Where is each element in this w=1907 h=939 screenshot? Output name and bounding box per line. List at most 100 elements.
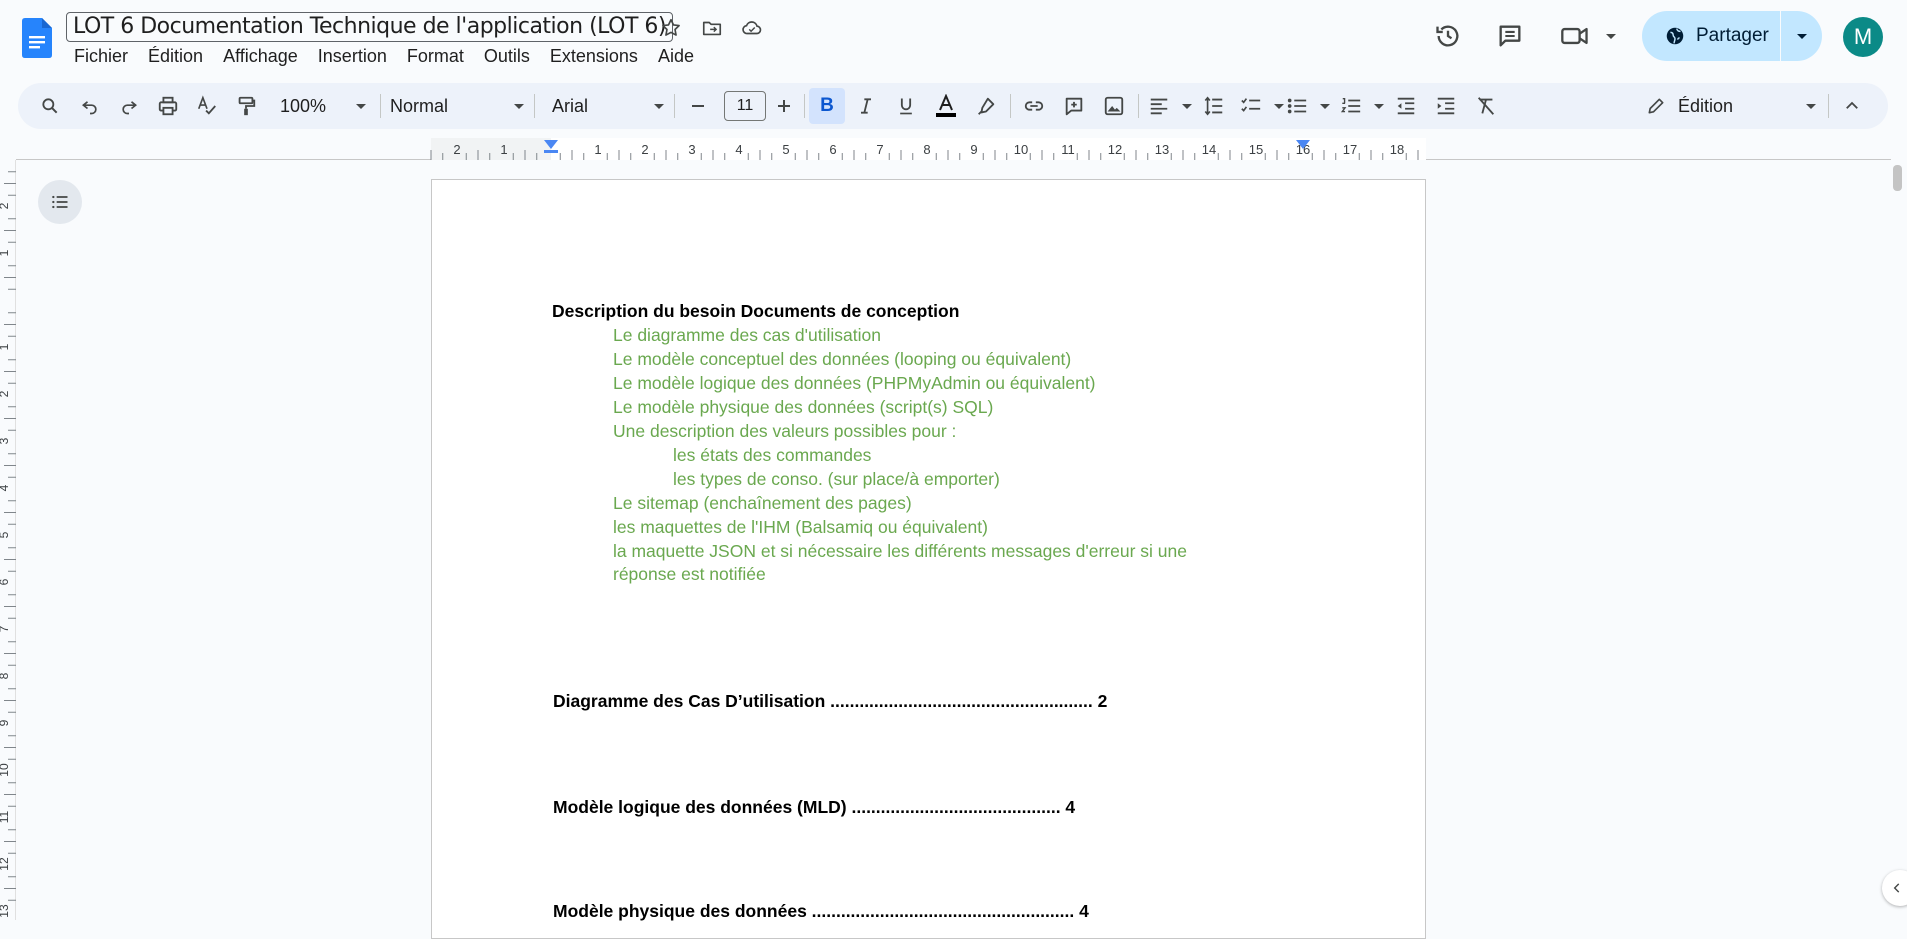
menu-fichier[interactable]: Fichier <box>66 44 138 69</box>
formatting-toolbar: 100% Normal Arial 11 B Édition <box>18 83 1888 129</box>
horizontal-ruler[interactable]: 2 1 1 2 3 4 5 6 7 8 9 10 11 12 13 14 15 16 17 18 <box>16 138 1891 160</box>
hide-menus-icon[interactable] <box>1838 92 1866 120</box>
vertical-scrollbar[interactable] <box>1890 160 1907 920</box>
editing-mode-select[interactable]: Édition <box>1646 92 1816 120</box>
numbered-list-select[interactable] <box>1340 92 1384 120</box>
ruler-label: 3 <box>0 437 11 444</box>
list-item: Une description des valeurs possibles po… <box>613 421 957 441</box>
toc-entry[interactable]: Modèle physique des données ............… <box>553 899 1089 923</box>
document-title-input[interactable]: LOT 6 Documentation Technique de l'appli… <box>66 12 673 42</box>
menu-format[interactable]: Format <box>397 44 474 69</box>
chevron-down-icon <box>1374 103 1384 109</box>
search-menus-icon[interactable] <box>36 92 64 120</box>
list-item: Le modèle physique des données (script(s… <box>613 397 994 417</box>
meet-button[interactable] <box>1560 20 1616 52</box>
decrease-font-size-icon[interactable] <box>684 92 712 120</box>
menu-extensions[interactable]: Extensions <box>540 44 648 69</box>
bulleted-list-select[interactable] <box>1286 92 1330 120</box>
scrollbar-thumb[interactable] <box>1893 165 1902 191</box>
ruler-label: 4 <box>735 142 742 157</box>
checklist-select[interactable] <box>1240 92 1284 120</box>
font-size-input[interactable]: 11 <box>724 91 766 121</box>
ruler-label: 7 <box>0 625 11 632</box>
document-outline-button[interactable] <box>38 180 82 224</box>
zoom-select[interactable]: 100% <box>280 92 366 120</box>
underline-icon[interactable] <box>892 92 920 120</box>
toolbar-divider <box>1010 94 1011 118</box>
chevron-down-icon <box>1320 103 1330 109</box>
ruler-label: 3 <box>688 142 695 157</box>
insert-image-icon[interactable] <box>1100 92 1128 120</box>
spellcheck-icon[interactable] <box>193 92 221 120</box>
ruler-label: 6 <box>0 578 11 585</box>
top-bar: LOT 6 Documentation Technique de l'appli… <box>0 0 1907 78</box>
chevron-down-icon <box>356 103 366 109</box>
ruler-label: 10 <box>0 763 11 777</box>
share-button-group: Partager <box>1642 11 1822 61</box>
first-line-indent-marker[interactable] <box>544 150 558 153</box>
sub-list-item: les états des commandes <box>673 445 872 465</box>
toolbar-divider <box>804 94 805 118</box>
redo-icon[interactable] <box>115 92 143 120</box>
list-item: Le modèle logique des données (PHPMyAdmi… <box>613 373 1096 393</box>
highlight-color-icon[interactable] <box>972 92 1000 120</box>
avatar[interactable]: M <box>1843 17 1883 57</box>
chevron-down-icon <box>1182 103 1192 109</box>
increase-font-size-icon[interactable] <box>770 92 798 120</box>
sub-list-item: les types de conso. (sur place/à emporte… <box>673 469 1000 489</box>
docs-logo-icon[interactable] <box>22 18 52 58</box>
line-spacing-icon[interactable] <box>1200 92 1228 120</box>
italic-icon[interactable] <box>852 92 880 120</box>
print-icon[interactable] <box>154 92 182 120</box>
vertical-ruler[interactable]: 2112345678910111213 <box>0 160 16 920</box>
bold-button[interactable]: B <box>809 88 845 124</box>
menu-edition[interactable]: Édition <box>138 44 213 69</box>
ruler-label: 12 <box>1108 142 1122 157</box>
decrease-indent-icon[interactable] <box>1392 92 1420 120</box>
share-label: Partager <box>1696 25 1769 46</box>
ruler-label: 13 <box>0 904 11 918</box>
chevron-down-icon <box>654 103 664 109</box>
paint-format-icon[interactable] <box>232 92 260 120</box>
toolbar-divider <box>534 94 535 118</box>
list-item: Le modèle conceptuel des données (loopin… <box>613 349 1072 369</box>
share-button[interactable]: Partager <box>1642 11 1780 61</box>
side-panel-toggle[interactable] <box>1882 870 1907 906</box>
toc-entry[interactable]: Diagramme des Cas D’utilisation ........… <box>553 689 1107 713</box>
increase-indent-icon[interactable] <box>1432 92 1460 120</box>
list-item: Le diagramme des cas d'utilisation <box>613 325 881 345</box>
menu-affichage[interactable]: Affichage <box>213 44 308 69</box>
align-select[interactable] <box>1148 92 1192 120</box>
clear-formatting-icon[interactable] <box>1472 92 1500 120</box>
toolbar-divider <box>674 94 675 118</box>
ruler-label: 6 <box>829 142 836 157</box>
toc-entry[interactable]: Modèle logique des données (MLD) .......… <box>553 795 1075 819</box>
paragraph-style-value: Normal <box>390 95 449 116</box>
menu-outils[interactable]: Outils <box>474 44 540 69</box>
star-icon[interactable] <box>659 16 683 40</box>
paragraph-style-select[interactable]: Normal <box>390 92 524 120</box>
cloud-saved-icon[interactable] <box>740 16 764 40</box>
ruler-label: 2 <box>0 390 11 397</box>
font-family-select[interactable]: Arial <box>552 92 664 120</box>
menu-insertion[interactable]: Insertion <box>308 44 397 69</box>
version-history-icon[interactable] <box>1432 20 1464 52</box>
toolbar-divider <box>1138 94 1139 118</box>
checklist-icon <box>1241 98 1261 112</box>
add-comment-icon[interactable] <box>1060 92 1088 120</box>
toolbar-divider <box>380 94 381 118</box>
pencil-icon <box>1648 98 1664 114</box>
ruler-label: 12 <box>0 857 11 871</box>
ruler-label: 1 <box>0 249 11 256</box>
comments-icon[interactable] <box>1494 20 1526 52</box>
text-color-icon[interactable] <box>932 92 960 120</box>
list-item: réponse est notifiée <box>613 564 766 584</box>
ruler-label: 5 <box>782 142 789 157</box>
ruler-label: 9 <box>0 719 11 726</box>
share-dropdown-button[interactable] <box>1781 11 1822 61</box>
undo-icon[interactable] <box>76 92 104 120</box>
move-folder-icon[interactable] <box>700 16 724 40</box>
chevron-down-icon <box>1274 103 1284 109</box>
insert-link-icon[interactable] <box>1020 92 1048 120</box>
menu-aide[interactable]: Aide <box>648 44 704 69</box>
